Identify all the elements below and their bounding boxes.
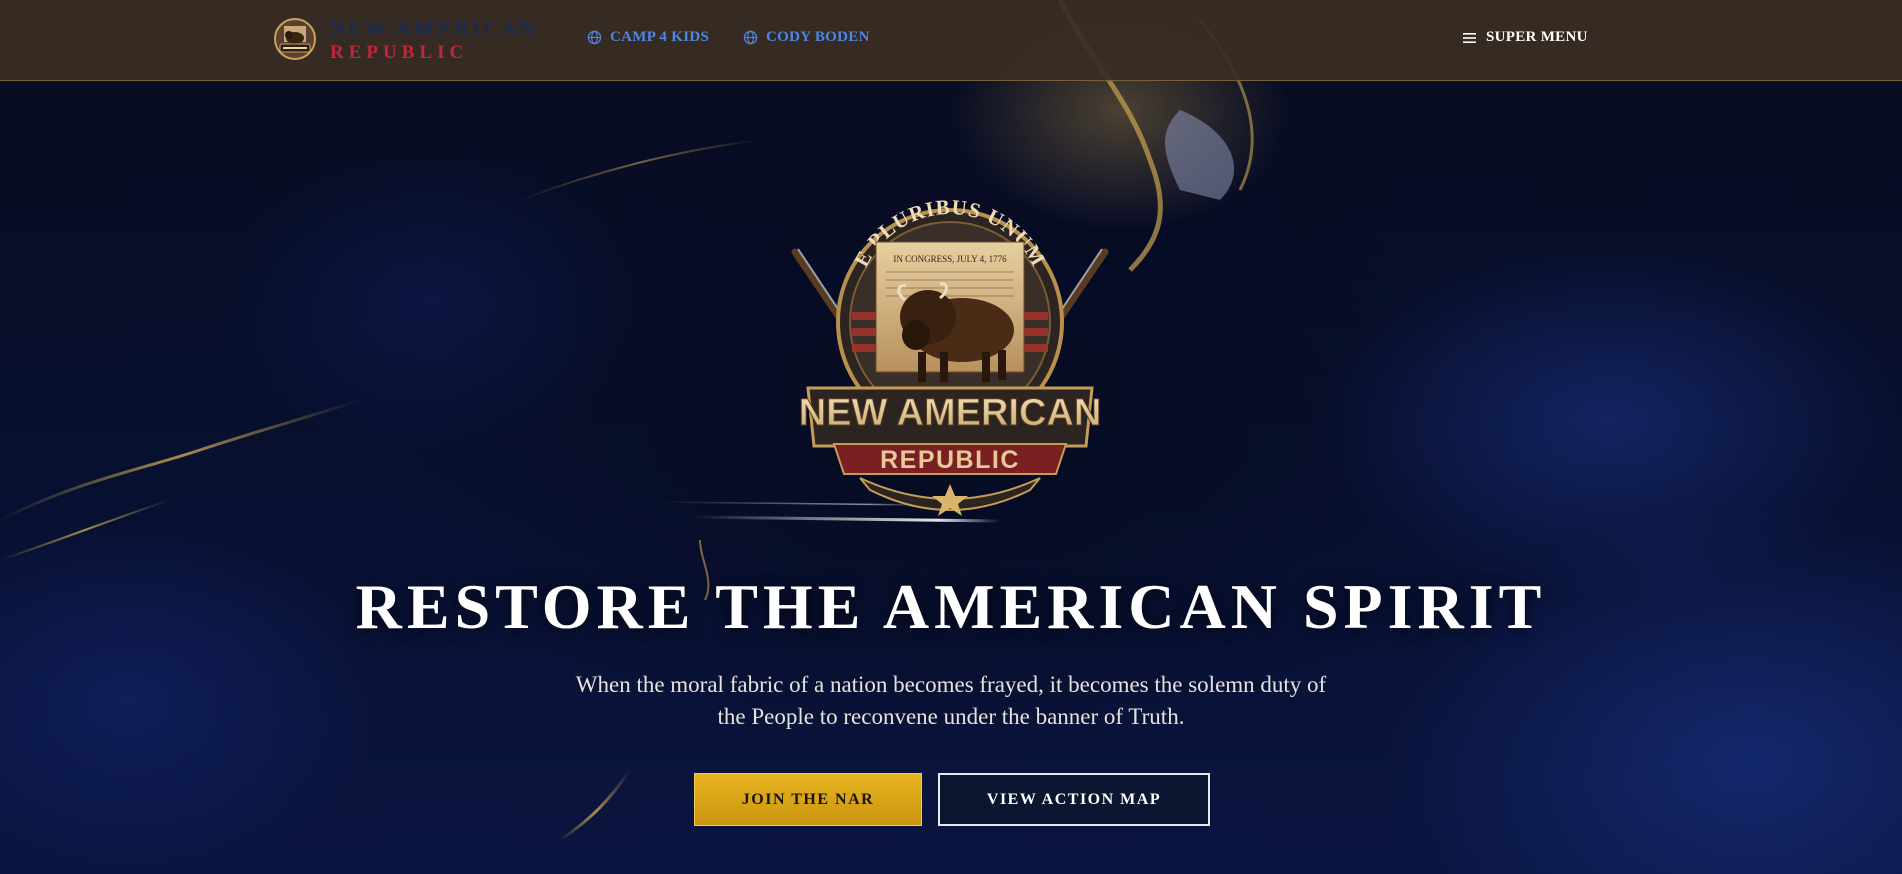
brand-name-line2: REPUBLIC bbox=[330, 41, 469, 63]
emblem-banner-line1: NEW AMERICAN bbox=[799, 392, 1102, 434]
join-the-nar-button[interactable]: JOIN THE NAR bbox=[694, 773, 922, 826]
hero-subtitle: When the moral fabric of a nation become… bbox=[575, 672, 1327, 729]
nav-link-label: CODY BODEN bbox=[766, 29, 870, 45]
hamburger-icon bbox=[1463, 32, 1476, 43]
view-action-map-button[interactable]: VIEW ACTION MAP bbox=[938, 773, 1210, 826]
brand-logo-link[interactable]: NEW AMERICAN REPUBLIC bbox=[272, 15, 538, 65]
hero-title: RESTORE THE AMERICAN SPIRIT bbox=[355, 571, 1547, 642]
globe-icon bbox=[587, 30, 602, 45]
nav-link-cody-boden[interactable]: CODY BODEN bbox=[743, 29, 870, 46]
super-menu-label: SUPER MENU bbox=[1486, 29, 1588, 45]
nav-link-label: CAMP 4 KIDS bbox=[610, 29, 710, 45]
emblem-document-text: IN CONGRESS, JULY 4, 1776 bbox=[893, 254, 1007, 264]
bison-emblem-icon bbox=[274, 18, 316, 60]
page: NEW AMERICAN REPUBLIC CAMP 4 KIDS CODY B… bbox=[0, 0, 1902, 874]
emblem-banner-line2: REPUBLIC bbox=[880, 446, 1020, 474]
globe-icon bbox=[743, 30, 758, 45]
brand-name-line1: NEW AMERICAN bbox=[330, 16, 538, 41]
super-menu-button[interactable]: SUPER MENU bbox=[1463, 29, 1588, 46]
hero-emblem-logo: E PLURIBUS UNUM IN CONGRESS, JULY 4, 177… bbox=[791, 195, 1109, 516]
site-header: NEW AMERICAN REPUBLIC CAMP 4 KIDS CODY B… bbox=[0, 0, 1902, 81]
nav-link-camp-4-kids[interactable]: CAMP 4 KIDS bbox=[587, 29, 709, 46]
